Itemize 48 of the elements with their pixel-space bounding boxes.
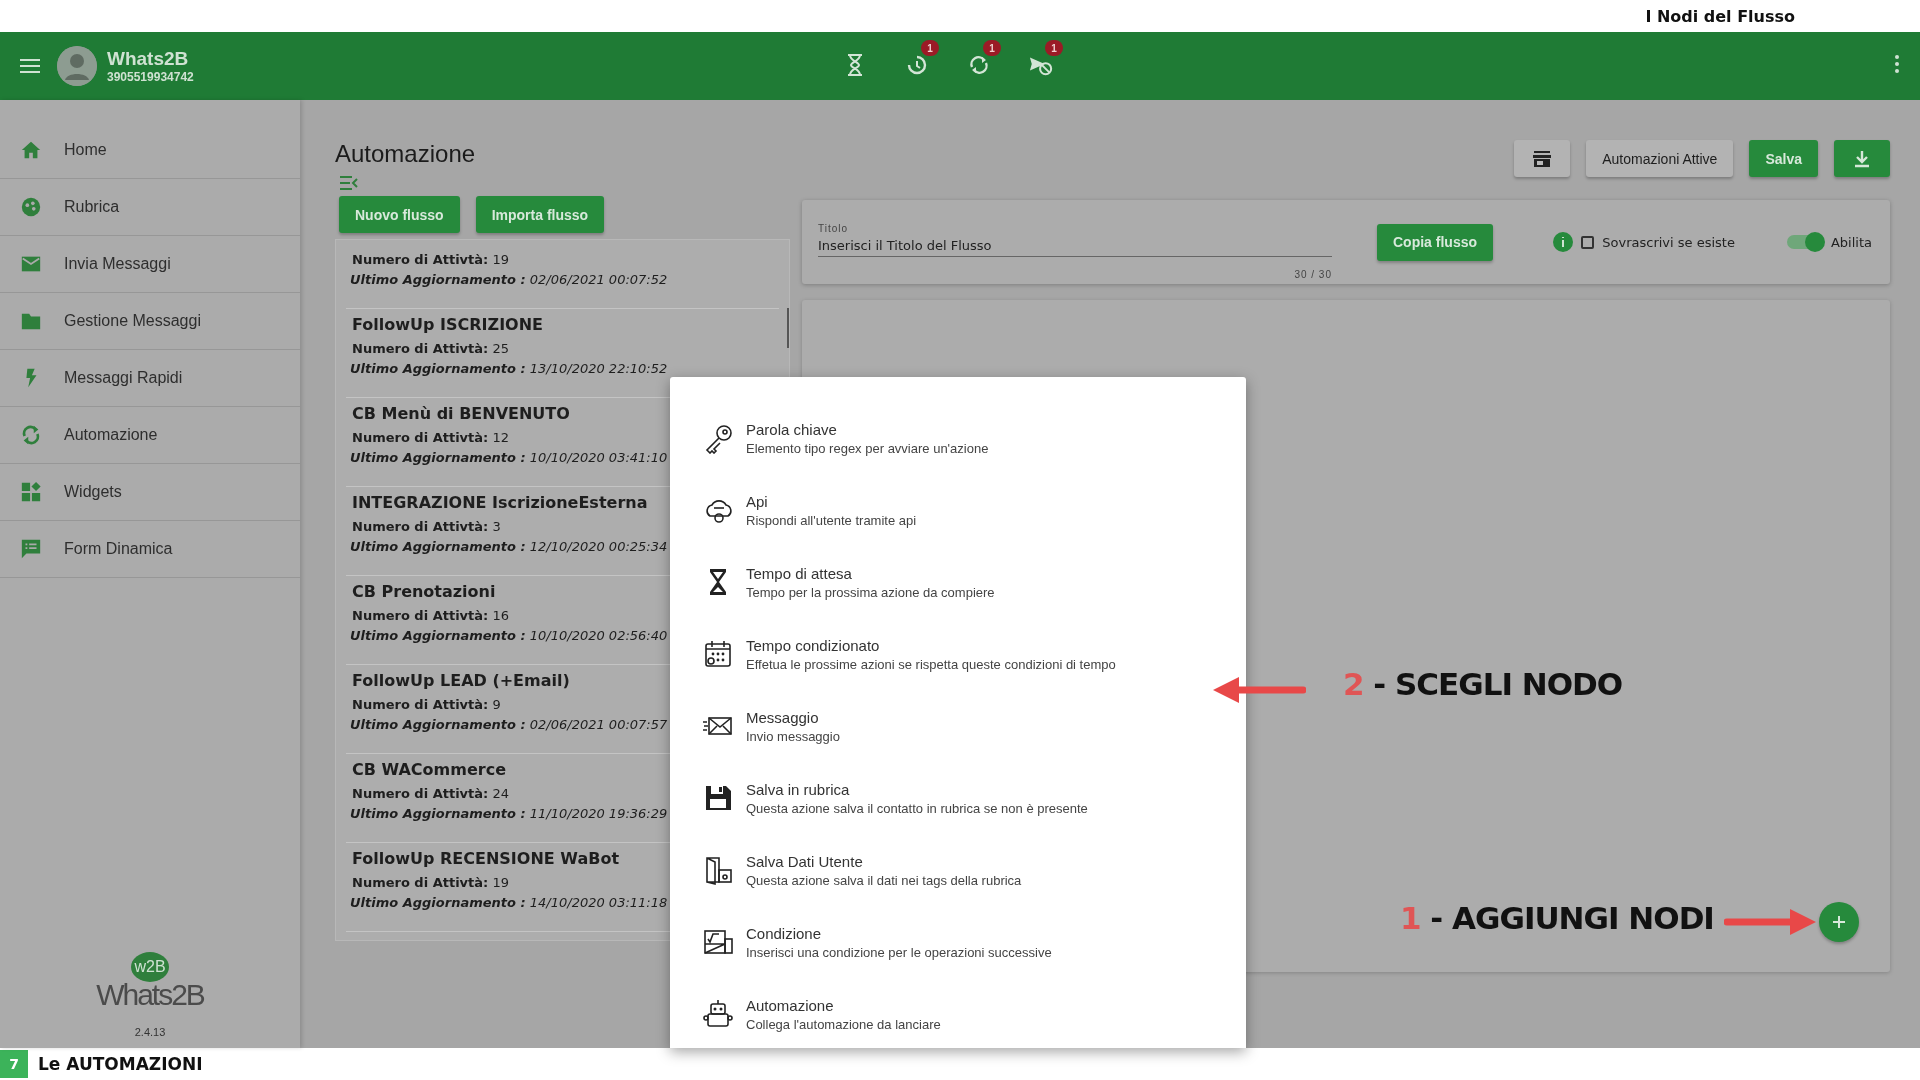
sidebar-item[interactable]: Gestione Messaggi <box>0 293 300 350</box>
version-label: 2.4.13 <box>134 1026 166 1038</box>
widgets-icon <box>20 481 42 503</box>
palette-icon <box>20 196 42 218</box>
store-button[interactable] <box>1514 140 1571 177</box>
list-collapse-icon[interactable] <box>340 176 358 190</box>
calendar-icon <box>702 638 734 670</box>
flow-item[interactable]: Numero di Attivtà: 19 Ultimo Aggiornamento : 02/06/2021 00:07:52 <box>346 240 779 309</box>
add-node-button[interactable] <box>1819 902 1859 942</box>
sync-icon[interactable] <box>968 54 990 76</box>
sidebar-item[interactable]: Invia Messaggi <box>0 236 300 293</box>
feedback-icon <box>20 538 42 560</box>
notification-badge: 1 <box>1045 40 1063 56</box>
robot-icon <box>702 998 734 1030</box>
more-icon[interactable] <box>1894 55 1900 73</box>
download-icon <box>1854 149 1870 168</box>
enable-toggle[interactable] <box>1786 235 1823 249</box>
plus-icon <box>1831 914 1847 930</box>
step-label: 1 - AGGIUNGI NODI <box>1400 900 1714 936</box>
timer-icon[interactable] <box>906 54 928 76</box>
download-button[interactable] <box>1834 140 1890 177</box>
hourglass-icon[interactable] <box>847 54 863 76</box>
sync-icon <box>20 424 42 446</box>
page-footer: Le AUTOMAZIONI <box>38 1054 203 1074</box>
page-number: 7 <box>0 1050 28 1078</box>
phone-number: 3905519934742 <box>107 70 194 84</box>
store-icon <box>1532 149 1553 168</box>
step-label: 2 - SCEGLI NODO <box>1343 666 1623 702</box>
notification-badge: 1 <box>983 40 1001 56</box>
node-menu-item[interactable]: Automazione Collega l'automazione da lanciare <box>670 981 1246 1053</box>
overwrite-checkbox[interactable] <box>1581 235 1595 249</box>
app-name: Whats2B <box>107 48 190 70</box>
toggle-label: Abilita <box>1830 234 1872 250</box>
sidebar-item[interactable]: Form Dinamica <box>0 521 300 578</box>
title-field[interactable]: Inserisci il Titolo del Flusso <box>818 234 1332 257</box>
notification-badge: 1 <box>921 40 939 56</box>
sidebar-item[interactable]: Rubrica <box>0 179 300 236</box>
info-icon[interactable] <box>1553 232 1574 252</box>
home-icon <box>20 139 42 161</box>
page-header: I Nodi del Flusso <box>1645 6 1795 26</box>
logo-mark: w2B <box>131 952 169 982</box>
page-title: Automazione <box>335 140 477 168</box>
sidebar-item[interactable]: Widgets <box>0 464 300 521</box>
character-counter: 30 / 30 <box>1294 269 1332 280</box>
toolbar-button[interactable]: Automazioni Attive <box>1586 140 1734 177</box>
field-label: Titolo <box>818 223 850 234</box>
menu-icon[interactable] <box>20 59 40 73</box>
checkbox-label: Sovrascrivi se esiste <box>1602 234 1735 250</box>
